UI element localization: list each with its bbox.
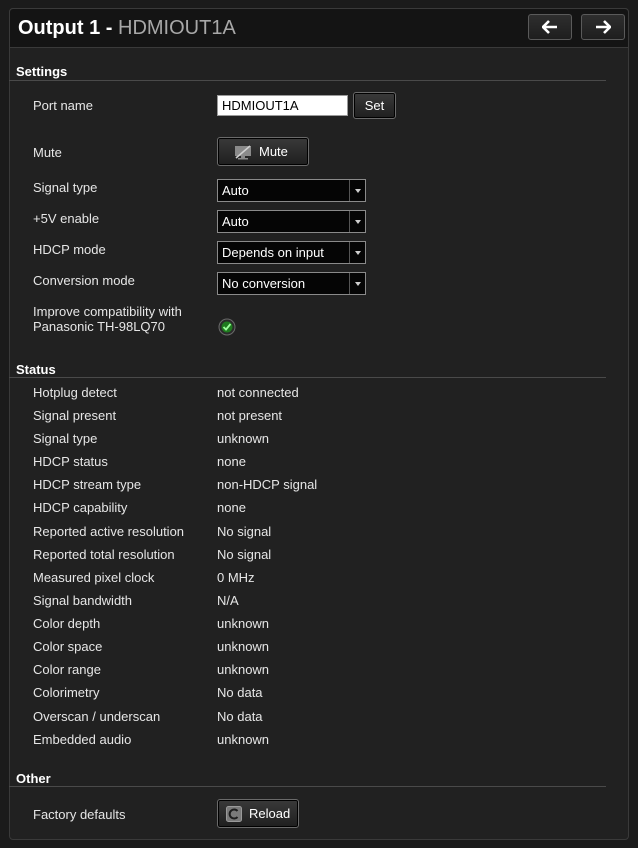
compat-label-line1: Improve compatibility with: [33, 304, 182, 319]
arrow-right-icon: [596, 20, 612, 34]
conversion-mode-label: Conversion mode: [33, 273, 135, 288]
page-title: Output 1 - HDMIOUT1A: [18, 17, 236, 40]
plus5v-value: Auto: [222, 214, 249, 229]
settings-section-title: Settings: [16, 64, 68, 79]
status-row-value: non-HDCP signal: [217, 477, 318, 492]
other-section-title: Other: [16, 771, 51, 786]
compat-checkbox[interactable]: [218, 318, 236, 336]
status-row-value: not present: [217, 408, 283, 423]
signal-type-value: Auto: [222, 183, 249, 198]
output-title: Output 1: [18, 17, 101, 39]
status-row-label: Reported active resolution: [33, 524, 185, 539]
status-row-label: Signal type: [33, 431, 98, 446]
status-row-value: unknown: [217, 639, 270, 654]
reload-icon: [226, 806, 242, 822]
status-row-value: No data: [217, 709, 263, 724]
next-port-button[interactable]: [581, 14, 625, 40]
signal-type-select[interactable]: Auto: [217, 179, 366, 202]
reload-button-label: Reload: [249, 806, 291, 821]
status-row-value: N/A: [217, 593, 239, 608]
status-row-label: Hotplug detect: [33, 385, 117, 400]
status-row-label: Signal bandwidth: [33, 593, 133, 608]
status-row-label: Color range: [33, 662, 101, 677]
chevron-down-icon: [349, 242, 365, 263]
status-row-value: none: [217, 454, 246, 469]
reload-button[interactable]: Reload: [217, 799, 299, 828]
status-row-label: Colorimetry: [33, 685, 100, 700]
status-row-value: unknown: [217, 732, 270, 747]
status-row-label: HDCP capability: [33, 500, 128, 515]
set-port-name-button[interactable]: Set: [353, 92, 396, 119]
arrow-left-icon: [541, 20, 557, 34]
other-divider: [9, 786, 606, 787]
port-name-label: Port name: [33, 98, 93, 113]
status-row-value: No data: [217, 685, 263, 700]
mute-monitor-icon: [235, 145, 251, 160]
title-separator: -: [100, 17, 118, 39]
mute-label: Mute: [33, 145, 62, 160]
status-row-value: No signal: [217, 524, 272, 539]
status-row-value: unknown: [217, 431, 270, 446]
compat-label: Improve compatibility with Panasonic TH-…: [33, 304, 182, 334]
port-title: HDMIOUT1A: [118, 17, 236, 39]
status-row-value: No signal: [217, 547, 272, 562]
status-row-label: Overscan / underscan: [33, 709, 161, 724]
status-row-value: unknown: [217, 662, 270, 677]
status-row-label: Signal present: [33, 408, 117, 423]
status-row-label: Color space: [33, 639, 103, 654]
status-row-value: not connected: [217, 385, 299, 400]
settings-divider: [9, 80, 606, 81]
signal-type-label: Signal type: [33, 180, 98, 195]
panel-header: Output 1 - HDMIOUT1A: [9, 8, 629, 48]
plus5v-select[interactable]: Auto: [217, 210, 366, 233]
hdcp-mode-value: Depends on input: [222, 245, 324, 260]
status-section-title: Status: [16, 362, 56, 377]
status-row-value: unknown: [217, 616, 270, 631]
status-divider: [9, 377, 606, 378]
status-row-label: HDCP status: [33, 454, 108, 469]
mute-button[interactable]: Mute: [217, 137, 309, 166]
port-name-input[interactable]: [217, 95, 348, 116]
status-row-label: Reported total resolution: [33, 547, 175, 562]
status-row-label: Embedded audio: [33, 732, 132, 747]
chevron-down-icon: [349, 180, 365, 201]
status-row-label: Measured pixel clock: [33, 570, 155, 585]
compat-label-line2: Panasonic TH-98LQ70: [33, 319, 166, 334]
chevron-down-icon: [349, 273, 365, 294]
chevron-down-icon: [349, 211, 365, 232]
factory-defaults-label: Factory defaults: [33, 807, 126, 822]
conversion-mode-value: No conversion: [222, 276, 306, 291]
previous-port-button[interactable]: [528, 14, 572, 40]
hdcp-mode-label: HDCP mode: [33, 242, 106, 257]
plus5v-label: +5V enable: [33, 211, 100, 226]
status-row-value: none: [217, 500, 246, 515]
hdcp-mode-select[interactable]: Depends on input: [217, 241, 366, 264]
status-row-label: Color depth: [33, 616, 101, 631]
status-row-label: HDCP stream type: [33, 477, 142, 492]
status-row-value: 0 MHz: [217, 570, 255, 585]
mute-button-label: Mute: [259, 144, 288, 159]
conversion-mode-select[interactable]: No conversion: [217, 272, 366, 295]
